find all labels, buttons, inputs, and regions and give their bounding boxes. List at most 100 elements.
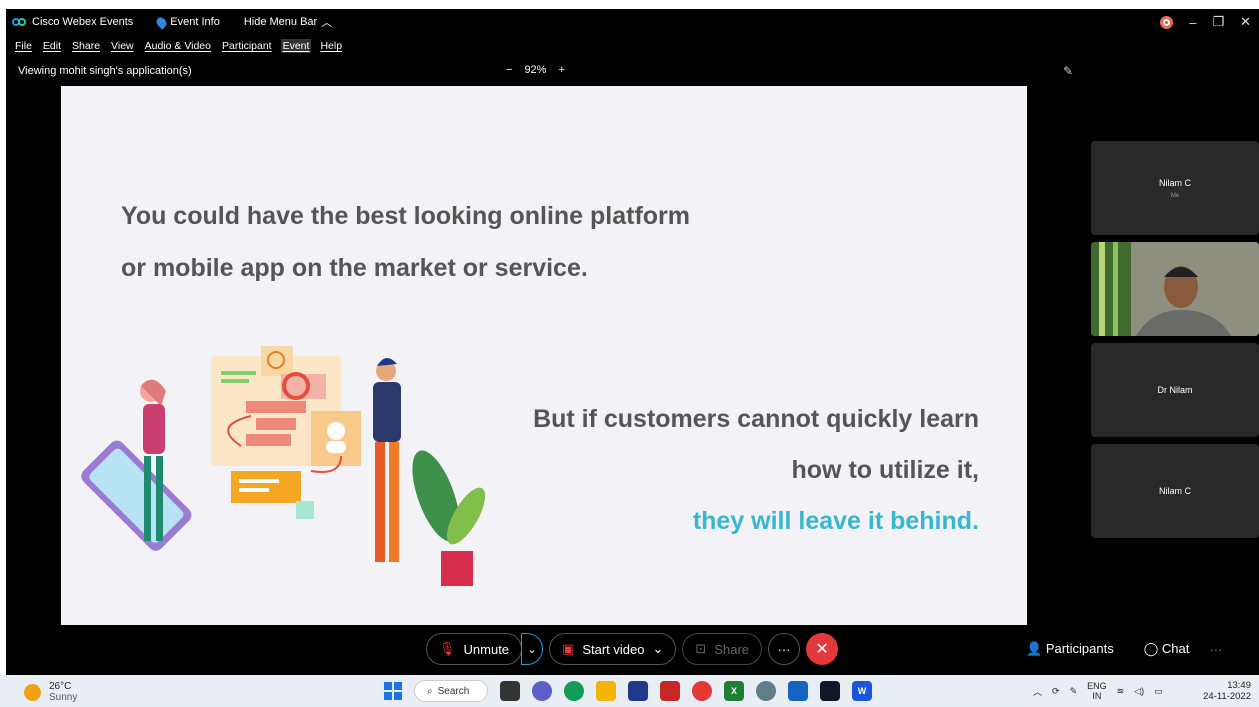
clock-time: 13:49 [1227, 680, 1251, 691]
taskbar-search[interactable]: ⌕ Search [414, 680, 488, 702]
slide-line-3: But if customers cannot quickly learn [533, 405, 979, 433]
leave-meeting-button[interactable]: ✕ [806, 633, 839, 665]
menu-share[interactable]: Share [70, 39, 102, 53]
participant-tile[interactable]: Nilam C [1091, 444, 1259, 538]
language-code: ENG [1087, 681, 1107, 691]
settings-icon[interactable] [756, 681, 776, 701]
start-video-button[interactable]: ▣ Start video ⌄ [549, 633, 677, 665]
slide-illustration [81, 346, 486, 586]
meeting-controls: 🎙 Unmute ⌄ ▣ Start video ⌄ ⊡ Share ··· ✕ [426, 633, 839, 665]
zoom-control: − 92% + [506, 64, 565, 76]
slide-line-2: or mobile app on the market or service. [121, 254, 588, 282]
mcafee-icon[interactable] [660, 681, 680, 701]
file-explorer-icon[interactable] [596, 681, 616, 701]
task-view-icon[interactable] [500, 681, 520, 701]
participants-icon: 👤 [1026, 641, 1043, 656]
slide-line-5: they will leave it behind. [692, 507, 979, 535]
start-video-label: Start video [582, 641, 645, 657]
menu-edit[interactable]: Edit [41, 39, 63, 53]
chevron-up-icon[interactable]: ︿ [1033, 685, 1042, 698]
participant-tile[interactable]: Dr Nilam [1091, 343, 1259, 437]
participant-video [1091, 242, 1259, 336]
app-title: Cisco Webex Events [32, 16, 134, 28]
search-icon: ⌕ [427, 685, 433, 697]
menu-event[interactable]: Event [280, 39, 312, 53]
zoom-out-button[interactable]: − [506, 64, 512, 76]
search-label: Search [437, 685, 470, 697]
webex-logo-icon [12, 17, 26, 27]
panel-controls: 👤 Participants ◯ Chat ··· [1026, 641, 1222, 657]
participants-label: Participants [1045, 641, 1114, 656]
info-pin-icon [154, 14, 169, 30]
share-icon: ⊡ [695, 641, 707, 656]
participant-name: Dr Nilam [1157, 385, 1193, 395]
hide-menu-bar-label: Hide Menu Bar [243, 16, 318, 28]
clock-date: 24-11-2022 [1203, 691, 1251, 702]
weather-widget[interactable]: 26°C Sunny [24, 681, 77, 703]
menu-view[interactable]: View [109, 39, 136, 53]
word-icon[interactable]: W [852, 681, 872, 701]
edge-browser-icon[interactable] [564, 681, 584, 701]
store-icon[interactable] [628, 681, 648, 701]
chat-label: Chat [1161, 641, 1190, 656]
taskbar-apps: ⌕ Search X W [384, 680, 872, 702]
mic-muted-icon[interactable]: ✎ [1070, 686, 1078, 697]
close-button[interactable]: ✕ [1240, 14, 1251, 30]
minimize-button[interactable]: – [1189, 15, 1196, 30]
title-bar: Cisco Webex Events Event Info Hide Menu … [6, 9, 1259, 35]
participants-button[interactable]: 👤 Participants [1026, 641, 1114, 657]
battery-icon[interactable]: ▭ [1154, 686, 1163, 697]
overflow-button[interactable]: ··· [1209, 642, 1222, 657]
participant-name: Nilam C [1158, 177, 1191, 188]
viewing-label: Viewing mohit singh's application(s) [18, 65, 192, 77]
chat-button[interactable]: ◯ Chat [1144, 641, 1190, 657]
viewing-bar: Viewing mohit singh's application(s) − 9… [6, 61, 1086, 81]
zoom-in-button[interactable]: + [558, 64, 564, 76]
participant-video-tile[interactable] [1091, 242, 1259, 336]
settings-gear-icon[interactable] [788, 681, 808, 701]
sync-icon[interactable]: ⟳ [1052, 686, 1060, 697]
webex-window: Cisco Webex Events Event Info Hide Menu … [6, 9, 1259, 675]
windows-taskbar: 26°C Sunny ⌕ Search X W ︿ ⟳ ✎ ENG IN ≋ ◁… [0, 675, 1259, 707]
unmute-button[interactable]: 🎙 Unmute [426, 633, 523, 665]
participant-subtitle: Me [1170, 192, 1180, 199]
more-icon: ··· [777, 641, 791, 657]
system-clock[interactable]: 13:49 24-11-2022 [1203, 680, 1251, 702]
more-options-button[interactable]: ··· [768, 633, 801, 665]
chat-app-icon[interactable] [532, 681, 552, 701]
zoom-level: 92% [524, 64, 547, 76]
share-button[interactable]: ⊡ Share [682, 633, 763, 665]
shared-slide: You could have the best looking online p… [61, 86, 1027, 625]
weather-condition: Sunny [49, 692, 78, 703]
video-off-icon: ▣ [562, 641, 575, 656]
restore-button[interactable]: ❐ [1212, 14, 1224, 30]
chevron-down-icon: ⌄ [652, 641, 664, 656]
participant-tile[interactable]: Nilam C Me [1091, 141, 1259, 235]
chevron-down-icon: ⌄ [527, 643, 537, 656]
system-tray: ︿ ⟳ ✎ ENG IN ≋ ◁) ▭ [1033, 681, 1163, 701]
share-label: Share [714, 641, 750, 657]
windows-start-icon[interactable] [384, 682, 402, 700]
volume-icon[interactable]: ◁) [1134, 686, 1144, 697]
menu-help[interactable]: Help [318, 39, 344, 53]
slide-line-1: You could have the best looking online p… [121, 202, 691, 230]
webex-app-icon[interactable] [820, 681, 840, 701]
hide-menu-bar-button[interactable]: Hide Menu Bar ︿ [244, 14, 332, 30]
menu-file[interactable]: File [13, 39, 34, 53]
close-icon: ✕ [815, 641, 829, 658]
annotate-icon[interactable]: ✎ [1063, 64, 1073, 78]
chat-icon: ◯ [1143, 641, 1159, 656]
chrome-icon[interactable] [692, 681, 712, 701]
language-indicator[interactable]: ENG IN [1087, 681, 1107, 701]
event-info-button[interactable]: Event Info [154, 14, 220, 30]
recording-icon[interactable] [1160, 15, 1174, 29]
menu-bar: File Edit Share View Audio & Video Parti… [6, 37, 344, 55]
menu-participant[interactable]: Participant [220, 39, 274, 53]
menu-audio-video[interactable]: Audio & Video [143, 39, 213, 53]
wifi-icon[interactable]: ≋ [1117, 686, 1125, 697]
audio-options-dropdown[interactable]: ⌄ [521, 633, 544, 665]
unmute-label: Unmute [463, 641, 510, 657]
mic-muted-icon: 🎙 [439, 641, 456, 656]
sun-icon [24, 683, 41, 701]
excel-icon[interactable]: X [724, 681, 744, 701]
